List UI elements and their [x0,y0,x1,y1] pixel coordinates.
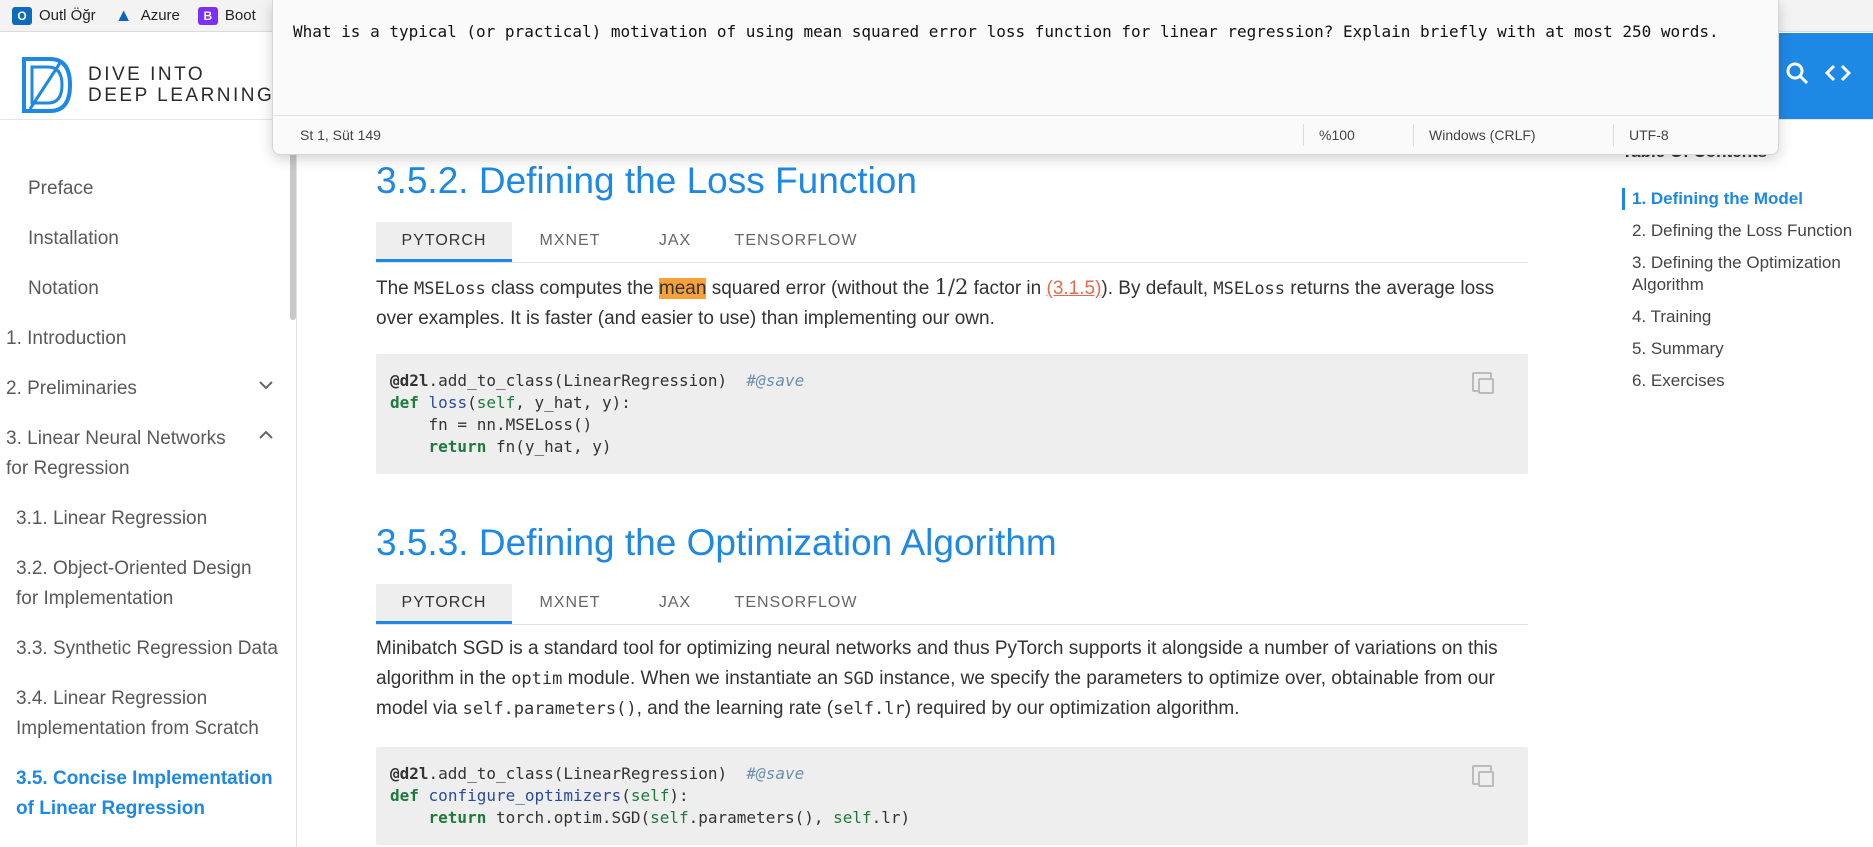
status-line-ending[interactable]: Windows (CRLF) [1429,127,1536,143]
header-actions [1763,33,1873,119]
sidebar-item-3-3[interactable]: 3.3. Synthetic Regression Data [16,634,296,664]
sidebar-item-label: 2. Preliminaries [6,378,137,399]
status-separator [1303,124,1304,146]
sidebar-item-installation[interactable]: Installation [28,224,119,254]
inline-code: optim [511,669,563,689]
logo-text: DIVE INTO DEEP LEARNING [88,64,274,106]
bookmark-azure[interactable]: ▲ Azure [114,5,180,25]
d2l-logo-icon [22,57,73,113]
sidebar-item-3-4[interactable]: 3.4. Linear Regression Implementation fr… [16,684,286,744]
toc-item-loss[interactable]: 2. Defining the Loss Function [1632,220,1862,242]
bookmark-label: Azure [140,7,180,24]
tab-pytorch[interactable]: PYTORCH [376,584,512,624]
toc-item-summary[interactable]: 5. Summary [1632,338,1862,360]
text-editor-window: What is a typical (or practical) motivat… [272,0,1779,155]
equation-reference-link[interactable]: (3.1.5) [1047,278,1102,299]
optimization-paragraph: Minibatch SGD is a standard tool for opt… [376,638,1498,719]
toc-item-optimization[interactable]: 3. Defining the Optimization Algorithm [1632,252,1862,296]
sidebar-item-linear-nn[interactable]: 3. Linear Neural Networks for Regression [6,424,246,484]
sidebar-scrollbar[interactable] [290,140,296,320]
framework-tabs-optimization: PYTORCH MXNET JAX TENSORFLOW [376,584,1528,625]
tab-tensorflow[interactable]: TENSORFLOW [722,584,870,622]
logo-line-2: DEEP LEARNING [88,85,275,106]
status-encoding[interactable]: UTF-8 [1629,127,1669,143]
toc-active-indicator [1622,188,1625,210]
status-cursor-position: St 1, Süt 149 [300,127,381,143]
bookmark-boot[interactable]: B Boot [197,6,256,25]
tab-jax[interactable]: JAX [628,584,722,622]
chevron-up-icon[interactable] [258,428,274,446]
inline-code: MSELoss [1213,279,1286,299]
section-title-loss: 3.5.2. Defining the Loss Function [376,160,917,201]
outlook-icon: O [12,6,32,25]
bookmark-outlook[interactable]: O Outl Öğr [12,6,96,25]
sidebar-item-introduction[interactable]: 1. Introduction [6,324,126,354]
math-fraction: 1/2 [934,275,969,299]
sidebar-item-3-2[interactable]: 3.2. Object-Oriented Design for Implemen… [16,554,276,614]
sidebar-item-3-1[interactable]: 3.1. Linear Regression [16,504,207,534]
bookmark-label: Outl Öğr [39,7,96,24]
code-icon[interactable] [1824,61,1852,92]
status-zoom[interactable]: %100 [1319,127,1355,143]
sidebar-item-3-5[interactable]: 3.5. Concise Implementation of Linear Re… [16,764,276,824]
tab-pytorch[interactable]: PYTORCH [376,222,512,262]
sidebar-item-preliminaries[interactable]: 2. Preliminaries [6,374,266,404]
logo-line-1: DIVE INTO [88,64,206,85]
azure-icon: ▲ [114,5,133,25]
status-separator [1613,124,1614,146]
loss-paragraph: The MSELoss class computes the mean squa… [376,275,1495,329]
chevron-down-icon[interactable] [258,378,274,396]
tab-tensorflow[interactable]: TENSORFLOW [722,222,870,260]
status-separator [1413,124,1414,146]
search-icon[interactable] [1785,61,1809,92]
sidebar-item-notation[interactable]: Notation [28,274,99,304]
sidebar-item-preface[interactable]: Preface [28,174,93,204]
copy-icon[interactable] [1472,765,1494,787]
toc-item-model[interactable]: 1. Defining the Model [1632,188,1862,210]
code-block-optimization[interactable]: @d2l.add_to_class(LinearRegression) #@sa… [376,747,1528,845]
tab-mxnet[interactable]: MXNET [512,222,628,260]
section-title-optimization: 3.5.3. Defining the Optimization Algorit… [376,522,1057,563]
inline-code: SGD [843,669,875,689]
copy-icon[interactable] [1472,372,1494,394]
tab-mxnet[interactable]: MXNET [512,584,628,622]
toc-item-exercises[interactable]: 6. Exercises [1632,370,1862,392]
framework-tabs-loss: PYTORCH MXNET JAX TENSORFLOW [376,222,1528,263]
bootstrap-icon: B [197,6,218,25]
site-logo[interactable]: DIVE INTO DEEP LEARNING [20,55,274,115]
tab-jax[interactable]: JAX [628,222,722,260]
toc-item-training[interactable]: 4. Training [1632,306,1862,328]
sidebar: Preface Installation Notation 1. Introdu… [0,120,297,847]
inline-code: self.lr [833,699,905,719]
editor-text-area[interactable]: What is a typical (or practical) motivat… [293,22,1719,41]
inline-code: MSELoss [414,279,486,299]
search-highlight: mean [658,278,707,299]
code-block-loss[interactable]: @d2l.add_to_class(LinearRegression) #@sa… [376,354,1528,474]
inline-code: self.parameters() [462,699,637,719]
bookmark-label: Boot [224,7,256,24]
editor-status-bar: St 1, Süt 149 %100 Windows (CRLF) UTF-8 [273,115,1778,154]
